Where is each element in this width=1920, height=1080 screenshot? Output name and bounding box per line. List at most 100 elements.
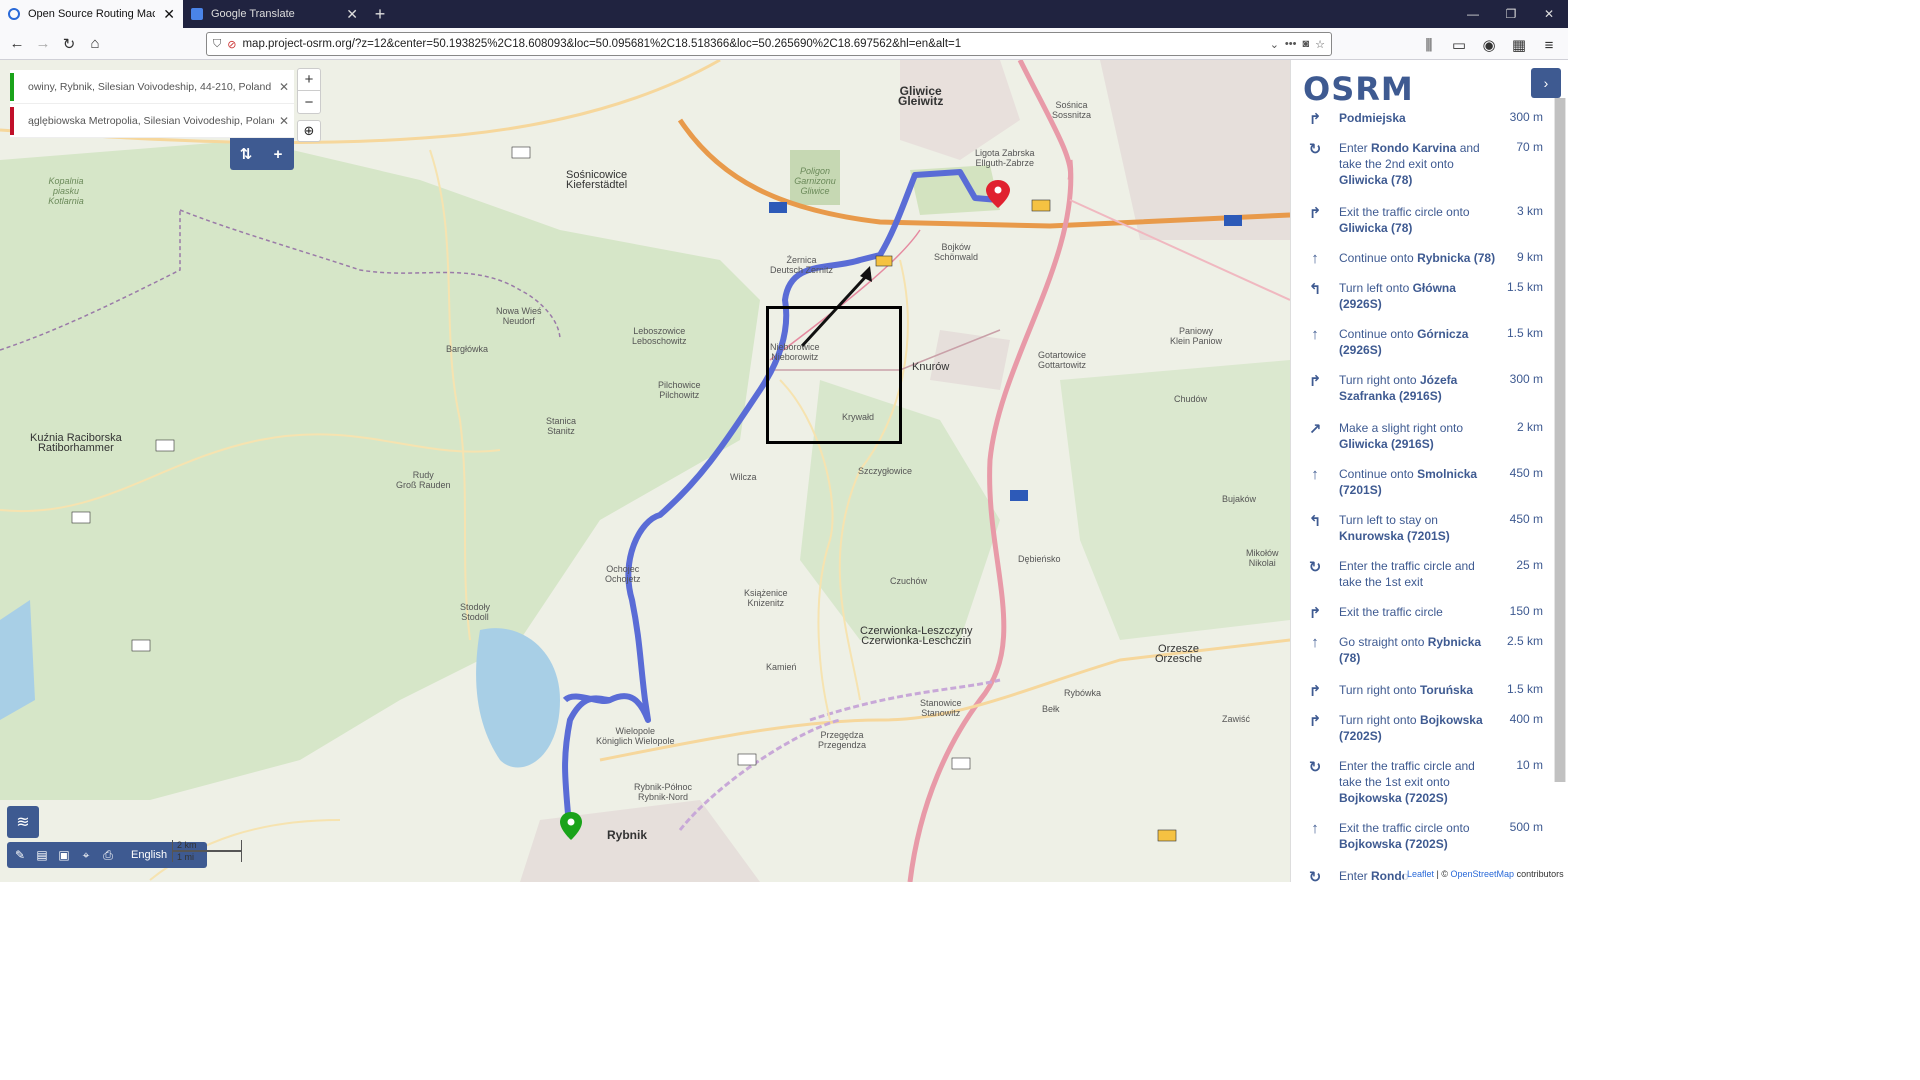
collapse-sidebar-button[interactable]: › — [1531, 68, 1561, 98]
instruction-text: Turn right onto Toruńska — [1339, 683, 1474, 697]
instruction-step[interactable]: ↑ Continue onto Rybnicka (78) 9 km — [1291, 250, 1553, 267]
instruction-distance: 9 km — [1516, 250, 1543, 264]
instruction-text: Podmiejska — [1339, 111, 1406, 125]
url-bar[interactable]: ⛉ ⊘ map.project-osrm.org/?z=12&center=50… — [206, 32, 1332, 56]
tab-title: Google Translate — [211, 8, 295, 20]
layers-button[interactable]: ≋ — [7, 806, 39, 838]
instruction-step[interactable]: ↑ Continue onto Górnicza (2926S) 1.5 km — [1291, 326, 1553, 358]
map-label: Kamień — [766, 662, 797, 672]
close-window-icon[interactable]: ✕ — [1530, 0, 1568, 28]
restore-icon[interactable]: ❐ — [1492, 0, 1530, 28]
new-tab-button[interactable]: + — [366, 0, 394, 28]
map-view[interactable]: Gliwice Gleiwitz Knurów Rybnik Sośnicowic… — [0, 60, 1290, 882]
instruction-distance: 1.5 km — [1506, 682, 1543, 696]
map-label: Gliwice Gleiwitz — [898, 84, 944, 108]
more-actions-icon[interactable]: ••• — [1285, 38, 1297, 50]
minimize-icon[interactable]: — — [1454, 0, 1492, 28]
map-label: Kuźnia Raciborska Ratiborhammer — [30, 432, 122, 454]
map-label: Mikołów Nikolai — [1246, 548, 1279, 568]
add-waypoint-button[interactable]: + — [262, 138, 294, 170]
pocket-icon[interactable]: ◙ — [1302, 38, 1309, 50]
bookmark-star-icon[interactable]: ☆ — [1315, 38, 1325, 51]
chevron-down-icon[interactable]: ⌄ — [1270, 38, 1279, 51]
map-label: Wilcza — [730, 472, 757, 482]
map-edit-icon[interactable]: ▤ — [33, 848, 51, 862]
map-label: Bargłówka — [446, 344, 489, 354]
home-button[interactable]: ⌂ — [82, 31, 108, 57]
tab-bar: Open Source Routing Machine ✕ Google Tra… — [0, 0, 1568, 28]
instruction-step[interactable]: ↑ Continue onto Smolnicka (7201S) 450 m — [1291, 466, 1553, 498]
end-location-input[interactable]: ąglębiowska Metropolia, Silesian Voivode… — [28, 115, 274, 127]
map-label: Stodoły Stodoll — [460, 602, 491, 622]
extensions-icon[interactable]: ▦ — [1506, 32, 1532, 58]
clear-start-icon[interactable]: ✕ — [274, 80, 294, 94]
navigation-bar: ← → ↻ ⌂ ⛉ ⊘ map.project-osrm.org/?z=12&c… — [0, 28, 1568, 60]
instruction-text: Enter the traffic circle and take the 1s… — [1339, 759, 1475, 805]
instruction-step[interactable]: ↱ Turn right onto Józefa Szafranka (2916S… — [1291, 372, 1553, 404]
instruction-step[interactable]: ↻ Enter the traffic circle and take the 1… — [1291, 758, 1553, 806]
sidebar-scrollbar[interactable] — [1554, 98, 1566, 782]
leaflet-link[interactable]: Leaflet — [1407, 869, 1434, 879]
sidebar-icon[interactable]: ▭ — [1446, 32, 1472, 58]
edit-icon[interactable]: ✎ — [11, 848, 29, 862]
language-selector[interactable]: English — [131, 849, 167, 861]
maneuver-icon: ↗ — [1308, 421, 1322, 438]
maneuver-icon: ↻ — [1308, 759, 1322, 776]
instruction-distance: 450 m — [1509, 512, 1543, 526]
instruction-step[interactable]: ↑ Exit the traffic circle onto Bojkowska … — [1291, 820, 1553, 852]
map-label: Sośnica Sossnitza — [1052, 100, 1092, 120]
gps-icon[interactable]: ⌖ — [77, 848, 95, 863]
map-label: Rybnik — [607, 828, 648, 842]
clear-end-icon[interactable]: ✕ — [274, 114, 294, 128]
instruction-step[interactable]: ↱ Exit the traffic circle onto Gliwicka (… — [1291, 204, 1553, 236]
start-location-input[interactable]: owiny, Rybnik, Silesian Voivodeship, 44-… — [28, 81, 274, 93]
map-label: Paniowy Klein Paniow — [1170, 326, 1223, 346]
instruction-step[interactable]: ↻ Enter the traffic circle and take the 1… — [1291, 558, 1553, 590]
instruction-distance: 10 m — [1516, 758, 1543, 772]
instruction-step[interactable]: ↱ Exit the traffic circle 150 m — [1291, 604, 1553, 622]
openstreetmap-link[interactable]: OpenStreetMap — [1451, 869, 1515, 879]
forward-button[interactable]: → — [30, 31, 56, 57]
map-label: Stanica Stanitz — [546, 416, 577, 436]
reload-button[interactable]: ↻ — [56, 31, 82, 57]
insecure-lock-icon[interactable]: ⊘ — [227, 38, 236, 51]
library-icon[interactable]: ⫼ — [1416, 32, 1442, 58]
account-icon[interactable]: ◉ — [1476, 32, 1502, 58]
instruction-text: Exit the traffic circle — [1339, 605, 1443, 619]
instruction-step[interactable]: ↱ Turn right onto Bojkowska (7202S) 400 m — [1291, 712, 1553, 744]
zoom-out-button[interactable]: − — [298, 91, 320, 113]
window-controls: — ❐ ✕ — [1454, 0, 1568, 28]
instruction-step[interactable]: ↑ Go straight onto Rybnicka (78) 2.5 km — [1291, 634, 1553, 666]
instruction-text: Turn right onto Bojkowska (7202S) — [1339, 713, 1483, 743]
print-icon[interactable]: ⎙ — [99, 848, 117, 863]
google-translate-favicon-icon — [191, 8, 203, 20]
tab-google-translate[interactable]: Google Translate ✕ — [183, 0, 366, 28]
instruction-step[interactable]: ↗ Make a slight right onto Gliwicka (2916… — [1291, 420, 1553, 452]
tab-osrm[interactable]: Open Source Routing Machine ✕ — [0, 0, 183, 28]
shield-icon[interactable]: ⛉ — [213, 38, 221, 51]
instruction-distance: 25 m — [1516, 558, 1543, 572]
instruction-text: Go straight onto Rybnicka (78) — [1339, 635, 1482, 665]
map-label: Chudów — [1174, 394, 1208, 404]
toolbar-right: ⫼ ▭ ◉ ▦ ≡ — [1416, 32, 1562, 58]
instruction-step[interactable]: ↻ Enter Rondo Karvina and take the 2nd ex… — [1291, 140, 1553, 188]
maneuver-icon: ↰ — [1308, 513, 1322, 530]
image-icon[interactable]: ▣ — [55, 848, 73, 862]
instruction-step[interactable]: ↱ Turn right onto Toruńska 1.5 km — [1291, 682, 1553, 700]
map-label: Szczygłowice — [858, 466, 913, 476]
map-label: Czuchów — [890, 576, 928, 586]
zoom-in-button[interactable]: + — [298, 69, 320, 91]
instruction-step[interactable]: ↱ Podmiejska 300 m — [1291, 110, 1553, 128]
url-text[interactable]: map.project-osrm.org/?z=12&center=50.193… — [242, 38, 1263, 50]
instruction-step[interactable]: ↰ Turn left to stay on Knurowska (7201S) 4… — [1291, 512, 1553, 544]
instruction-step[interactable]: ↰ Turn left onto Główna (2926S) 1.5 km — [1291, 280, 1553, 312]
map-label: Czerwionka-Leszczyny Czerwionka-Leschczin — [860, 625, 973, 647]
close-tab-icon[interactable]: ✕ — [163, 6, 175, 23]
close-tab-icon[interactable]: ✕ — [346, 6, 358, 23]
locate-me-button[interactable]: ⊕ — [297, 120, 321, 142]
instruction-text: Turn left to stay on Knurowska (7201S) — [1339, 513, 1450, 543]
scrollbar-thumb[interactable] — [1555, 98, 1565, 782]
menu-icon[interactable]: ≡ — [1536, 32, 1562, 58]
back-button[interactable]: ← — [4, 31, 30, 57]
reverse-route-button[interactable]: ⇅ — [230, 138, 262, 170]
